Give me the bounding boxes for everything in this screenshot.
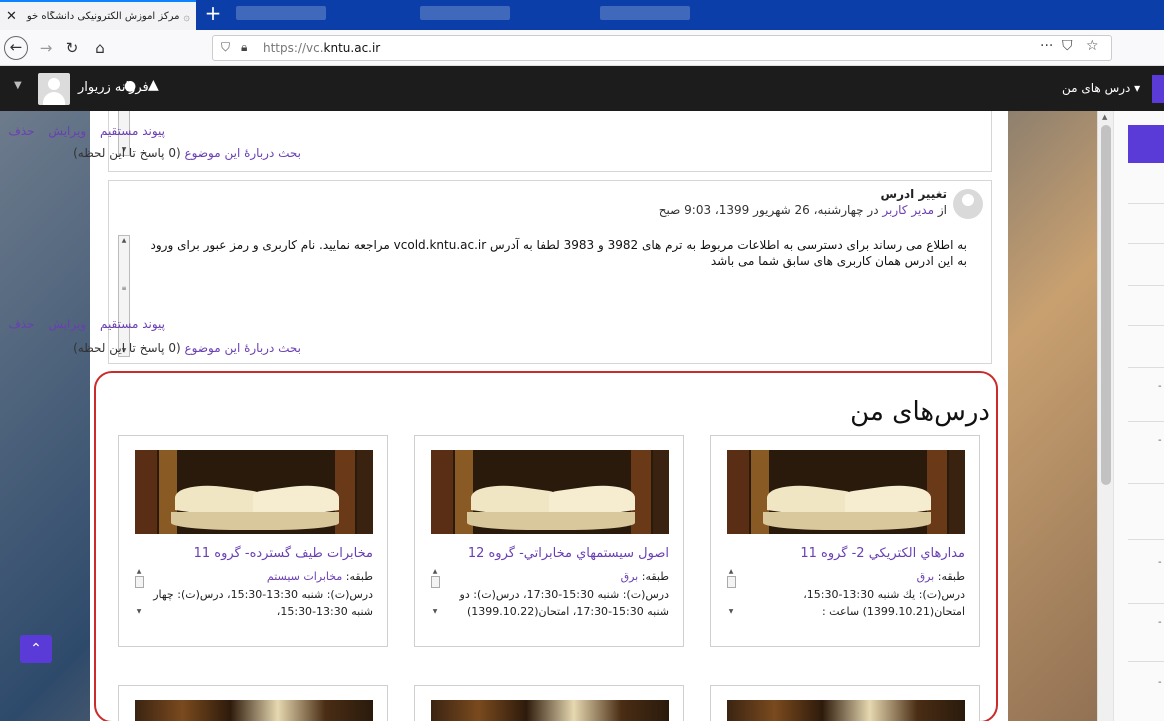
post-scrollbar[interactable]: ▲ ≡ ▼ — [118, 235, 130, 357]
page-background: ▼ پیوند مستقیم ویرایش حذف بحث دربارهٔ ای… — [0, 111, 1164, 721]
url-text[interactable]: https://vc.kntu.ac.ir — [263, 41, 380, 55]
back-arrow-icon[interactable]: ← — [4, 36, 28, 60]
discuss-topic-link[interactable]: بحث دربارهٔ این موضوع (0 پاسخ تا این لحظ… — [73, 341, 301, 355]
course-schedule: درس(ت): يك شنبه 13:30-15:30، امتحان(1399… — [803, 588, 965, 618]
course-image[interactable] — [431, 700, 669, 721]
course-card[interactable]: مدارهاي الكتريكي 2- گروه 11 طبقه: برق در… — [710, 435, 980, 647]
browser-tab-background[interactable] — [236, 6, 326, 20]
permalink-link[interactable]: پیوند مستقیم — [100, 124, 165, 138]
user-name[interactable]: فرزانه زریوار — [78, 80, 149, 95]
scroll-up-arrow-icon[interactable]: ▲ — [1102, 113, 1107, 121]
browser-nav-bar: ← → ↻ ⌂ ⛉ 🔒︎ https://vc.kntu.ac.ir ··· ⛉… — [0, 30, 1164, 66]
course-image[interactable] — [431, 450, 669, 534]
edit-link[interactable]: ویرایش — [48, 317, 86, 331]
post-author-line: از مدیر کاربر در چهارشنبه، 26 شهریور 139… — [658, 203, 947, 217]
forum-post: تغییر ادرس از مدیر کاربر در چهارشنبه، 26… — [8, 180, 992, 364]
course-summary-scrollbar[interactable]: ▲ ▼ — [725, 568, 737, 624]
browser-tab-title: مرکز آموزش الکترونیکی دانشگاه خو — [26, 10, 180, 22]
course-category: طبقه: برق — [620, 570, 669, 583]
messages-icon[interactable]: ● — [124, 78, 136, 94]
permalink-link[interactable]: پیوند مستقیم — [100, 317, 165, 331]
course-summary-scrollbar[interactable]: ▲ ▼ — [429, 568, 441, 624]
drawer-header-block[interactable] — [1128, 125, 1164, 163]
forum-post: ▼ پیوند مستقیم ویرایش حذف بحث دربارهٔ ای… — [8, 111, 992, 172]
browser-tab-background[interactable] — [600, 6, 690, 20]
new-tab-button[interactable]: + — [200, 2, 226, 26]
section-title: درس‌های من — [850, 397, 990, 427]
course-card[interactable]: اصول سيستمهاي مخابراتي- گروه 12 طبقه: بر… — [414, 435, 684, 647]
course-name-link[interactable]: مخابرات طيف گسترده- گروه 11 — [194, 546, 373, 561]
bookmark-star-icon[interactable]: ☆ — [1086, 38, 1099, 54]
forward-arrow-icon[interactable]: → — [34, 36, 58, 60]
course-card[interactable] — [710, 685, 980, 721]
my-courses-section: درس‌های من مدارهاي الكتريكي 2- گروه 11 ط… — [94, 371, 998, 721]
delete-link[interactable]: حذف — [8, 124, 34, 138]
close-tab-icon[interactable]: ✕ — [6, 9, 17, 24]
course-card[interactable] — [118, 685, 388, 721]
course-image[interactable] — [135, 700, 373, 721]
page-actions-menu-icon[interactable]: ··· — [1040, 38, 1053, 54]
course-image[interactable] — [727, 700, 965, 721]
post-body: به اطلاع می رساند برای دسترسی به اطلاعات… — [150, 238, 967, 268]
course-card[interactable] — [414, 685, 684, 721]
browser-tab-bar: ۞ مرکز آموزش الکترونیکی دانشگاه خو ✕ + — [0, 0, 1164, 30]
delete-link[interactable]: حذف — [8, 317, 34, 331]
post-title: تغییر ادرس — [880, 187, 947, 201]
course-category: طبقه: برق — [916, 570, 965, 583]
post-actions: پیوند مستقیم ویرایش حذف — [0, 124, 165, 138]
course-card[interactable]: مخابرات طيف گسترده- گروه 11 طبقه: مخابرا… — [118, 435, 388, 647]
course-schedule: درس(ت): شنبه 13:30-15:30، درس(ت): چهار ش… — [153, 588, 373, 618]
notifications-bell-icon[interactable]: ▲ — [148, 77, 159, 93]
post-actions: پیوند مستقیم ویرایش حذف — [0, 317, 165, 331]
scrollbar-thumb[interactable] — [1101, 125, 1111, 485]
scroll-to-top-button[interactable]: ⌃ — [20, 635, 52, 663]
course-name-link[interactable]: اصول سيستمهاي مخابراتي- گروه 12 — [468, 546, 669, 561]
right-drawer-panel: - - - - - — [1113, 111, 1164, 721]
browser-tab-background[interactable] — [420, 6, 510, 20]
user-menu-caret-icon[interactable]: ▼ — [14, 80, 22, 91]
course-name-link[interactable]: مدارهاي الكتريكي 2- گروه 11 — [800, 546, 965, 561]
site-header: ▼ فرزانه زریوار ● ▲ درس های من ▾ — [0, 66, 1164, 111]
user-avatar[interactable] — [38, 73, 70, 105]
page-scrollbar[interactable]: ▲ — [1097, 111, 1113, 721]
browser-tab-active[interactable]: ۞ مرکز آموزش الکترونیکی دانشگاه خو ✕ — [0, 0, 196, 30]
edit-link[interactable]: ویرایش — [48, 124, 86, 138]
course-image[interactable] — [135, 450, 373, 534]
lock-icon[interactable]: 🔒︎ — [241, 40, 247, 55]
course-schedule: درس(ت): شنبه 15:30-17:30، درس(ت): دو شنب… — [459, 588, 669, 618]
url-bar[interactable]: ⛉ 🔒︎ https://vc.kntu.ac.ir — [212, 35, 1112, 61]
my-courses-menu[interactable]: درس های من ▾ — [1062, 81, 1140, 95]
discuss-topic-link[interactable]: بحث دربارهٔ این موضوع (0 پاسخ تا این لحظ… — [73, 146, 301, 160]
author-avatar[interactable] — [953, 189, 983, 219]
site-favicon-icon: ۞ — [183, 9, 190, 23]
site-logo[interactable] — [1152, 75, 1164, 103]
pocket-icon[interactable]: ⛉ — [1062, 38, 1073, 54]
course-image[interactable] — [727, 450, 965, 534]
author-link[interactable]: مدیر کاربر — [882, 203, 934, 217]
course-category: طبقه: مخابرات سيستم — [266, 570, 373, 583]
shield-icon[interactable]: ⛉ — [221, 40, 230, 55]
course-summary-scrollbar[interactable]: ▲ ▼ — [133, 568, 145, 624]
reload-icon[interactable]: ↻ — [60, 36, 84, 60]
home-icon[interactable]: ⌂ — [88, 36, 112, 60]
chevron-up-icon: ⌃ — [30, 641, 42, 657]
